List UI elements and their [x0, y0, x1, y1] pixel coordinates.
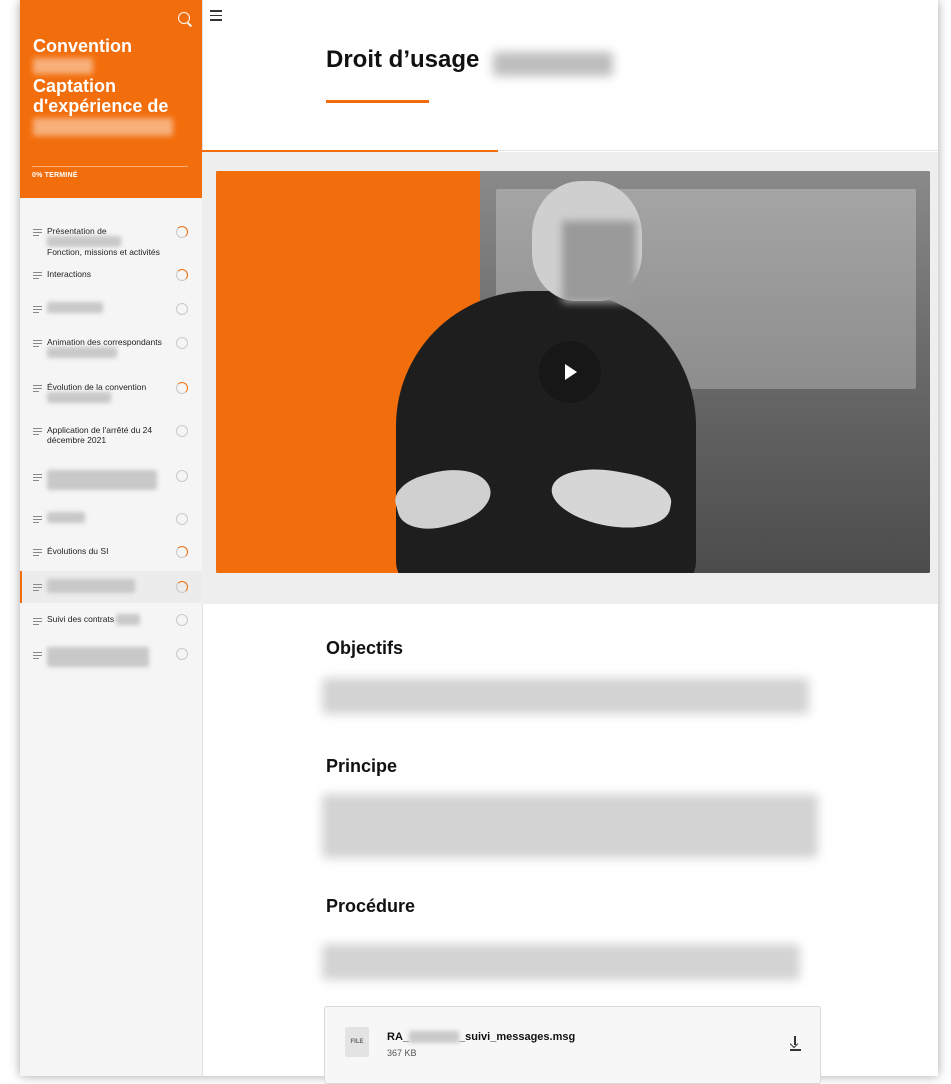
lesson-item[interactable]: Évolutions du SI: [20, 541, 202, 563]
course-title: Convention Captation d'expérience de: [33, 36, 193, 138]
lesson-label: [47, 512, 179, 524]
lesson-item[interactable]: [20, 298, 202, 320]
play-icon[interactable]: [539, 341, 601, 403]
redacted-text: [47, 579, 135, 593]
lesson-label: Évolutions du SI: [47, 546, 109, 556]
video-player[interactable]: [216, 171, 930, 573]
redacted-paragraph: [322, 794, 818, 858]
progress-ring-icon: [176, 425, 188, 437]
lesson-label: [47, 579, 179, 593]
lesson-label-a: Présentation de: [47, 226, 107, 236]
file-attachment[interactable]: FILE RA_ _suivi_messages.msg 367 KB: [324, 1006, 821, 1084]
redacted-text: [47, 347, 117, 359]
lesson-icon: [33, 549, 42, 558]
lesson-label: [47, 470, 179, 490]
redacted-text: [47, 392, 111, 404]
lesson-label: [47, 647, 179, 667]
course-title-line1: Convention: [33, 36, 132, 56]
redacted-text: [409, 1031, 460, 1044]
lesson-label: [47, 302, 179, 314]
section-heading-principe: Principe: [326, 756, 398, 776]
course-title-line2: Captation: [33, 76, 116, 96]
lesson-icon: [33, 385, 42, 394]
redacted-text: [47, 512, 85, 524]
redacted-text: [47, 236, 121, 248]
progress-ring-icon: [176, 513, 188, 525]
progress-ring-icon: [176, 581, 188, 593]
lesson-icon: [33, 584, 42, 593]
lesson-icon: [33, 428, 42, 437]
file-name-prefix: RA_: [387, 1031, 410, 1043]
progress-ring-icon: [176, 648, 188, 660]
lesson-icon: [33, 516, 42, 525]
redacted-text: [116, 614, 141, 626]
progress-ring-icon: [176, 337, 188, 349]
lesson-label: Présentation de Fonction, missions et ac…: [47, 226, 179, 257]
progress-ring-icon: [176, 269, 188, 281]
progress-bar: [32, 166, 188, 167]
redacted-text: [47, 470, 157, 490]
lesson-icon: [33, 474, 42, 483]
lesson-item[interactable]: Animation des correspondants: [20, 333, 202, 363]
course-sidebar: Convention Captation d'expérience de 0% …: [20, 0, 203, 1076]
lesson-icon: [33, 229, 42, 238]
sidebar-header: Convention Captation d'expérience de 0% …: [20, 0, 202, 198]
file-name-suffix: _suivi_messages.msg: [459, 1031, 576, 1043]
title-underline: [326, 100, 429, 103]
download-icon[interactable]: [790, 1036, 801, 1051]
file-size: 367 KB: [387, 1048, 417, 1058]
progress-label: 0% TERMINÉ: [32, 172, 78, 179]
redacted-face: [562, 221, 636, 303]
progress-ring-icon: [176, 546, 188, 558]
redacted-paragraph: [322, 944, 800, 980]
file-icon: FILE: [345, 1027, 369, 1057]
lesson-label: Évolution de la convention: [47, 382, 179, 404]
lesson-item[interactable]: Évolution de la convention: [20, 378, 202, 408]
progress-ring-icon: [176, 226, 188, 238]
search-icon[interactable]: [178, 12, 190, 24]
lesson-item[interactable]: [20, 466, 202, 492]
section-heading-procedure: Procédure: [326, 896, 416, 916]
lesson-icon: [33, 272, 42, 281]
lesson-icon: [33, 652, 42, 661]
lesson-icon: [33, 340, 42, 349]
lesson-label-a: Suivi des contrats: [47, 614, 115, 624]
section-heading-objectifs: Objectifs: [326, 638, 404, 658]
lesson-item[interactable]: Suivi des contrats: [20, 610, 202, 632]
lesson-item[interactable]: [20, 508, 202, 530]
progress-ring-icon: [176, 470, 188, 482]
lesson-label: Application de l'arrêté du 24 décembre 2…: [47, 425, 153, 445]
lesson-icon: [33, 618, 42, 627]
lesson-label-a: Animation des correspondants: [47, 337, 162, 347]
lesson-label-b: Fonction, missions et activités: [47, 247, 160, 258]
course-title-line3: d'expérience de: [33, 96, 169, 116]
lesson-icon: [33, 306, 42, 315]
lesson-title: Droit d’usage: [326, 46, 480, 73]
redacted-text: [33, 58, 93, 74]
redacted-text: [33, 118, 173, 136]
lesson-item[interactable]: [20, 644, 202, 670]
lesson-label: Suivi des contrats: [47, 614, 179, 626]
progress-ring-icon: [176, 614, 188, 626]
progress-ring-icon: [176, 382, 188, 394]
lesson-item[interactable]: Interactions: [20, 264, 202, 286]
lesson-label-a: Évolution de la convention: [47, 382, 147, 392]
lesson-item[interactable]: Application de l'arrêté du 24 décembre 2…: [20, 421, 202, 451]
redacted-text: [47, 647, 149, 667]
file-name: RA_ _suivi_messages.msg: [387, 1031, 576, 1044]
lesson-item[interactable]: Présentation de Fonction, missions et ac…: [20, 222, 202, 257]
lesson-item-active[interactable]: [20, 571, 202, 603]
progress-ring-icon: [176, 303, 188, 315]
video-speaker-body: [396, 291, 696, 573]
redacted-text: [493, 52, 613, 76]
menu-icon[interactable]: [210, 10, 222, 24]
lesson-label: Animation des correspondants: [47, 337, 179, 359]
redacted-text: [47, 302, 103, 314]
redacted-paragraph: [322, 678, 809, 714]
lesson-label: Interactions: [47, 269, 91, 279]
